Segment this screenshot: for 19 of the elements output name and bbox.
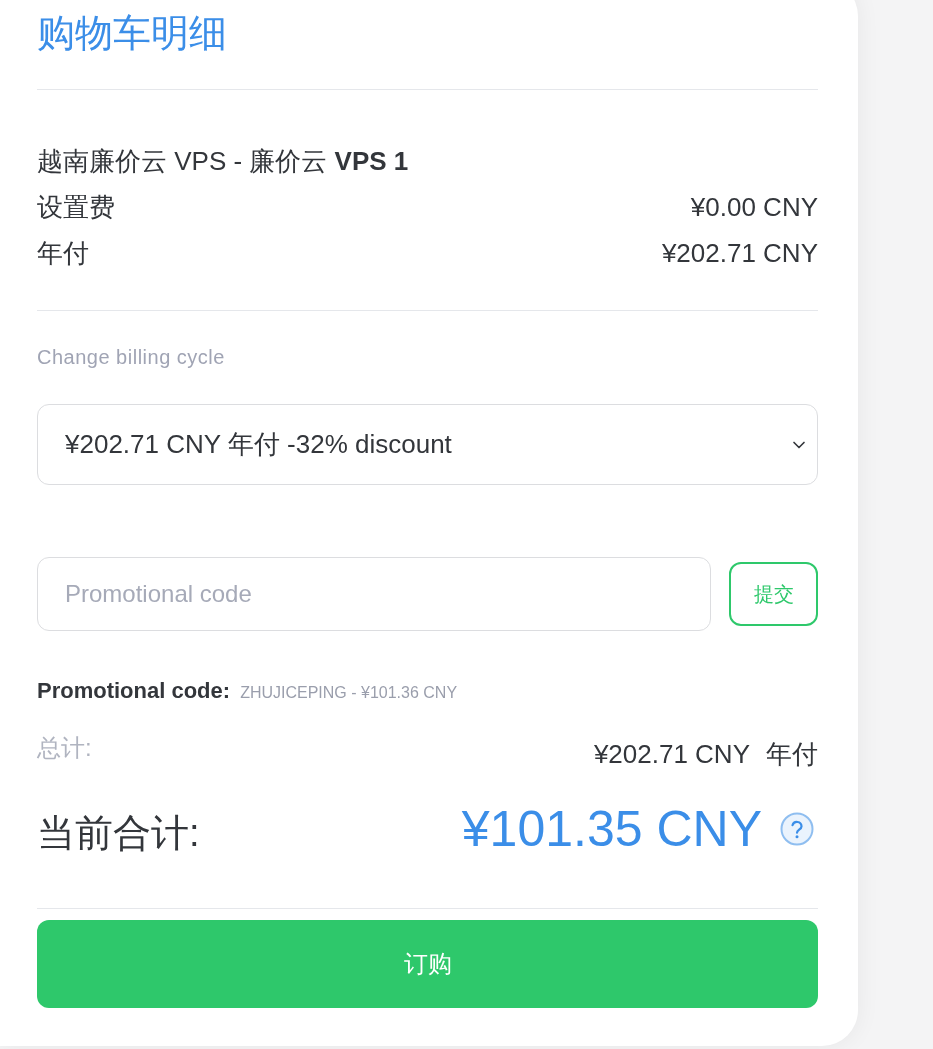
subtotal-cycle: 年付 [766, 738, 818, 771]
cart-title: 购物车明细 [37, 11, 227, 56]
subtotal-label: 总计: [37, 733, 92, 763]
order-button[interactable]: 订购 [37, 920, 818, 1008]
help-icon[interactable] [780, 812, 814, 846]
billing-cycle-select[interactable]: ¥202.71 CNY 年付 -32% discount [37, 404, 818, 485]
promo-applied-value: ZHUJICEPING - ¥101.36 CNY [240, 683, 458, 703]
promo-applied-label: Promotional code: [37, 677, 231, 705]
subtotal-amount: ¥202.71 CNY [593, 738, 750, 771]
current-total-label: 当前合计: [37, 811, 200, 856]
line-item-label: 年付 [37, 237, 89, 270]
product-name: 越南廉价云 VPS - 廉价云 VPS 1 [37, 145, 409, 178]
promo-code-field[interactable]: Promotional code [37, 557, 711, 631]
billing-cycle-label: Change billing cycle [37, 345, 225, 370]
line-item-label: 设置费 [37, 191, 115, 224]
line-item-amount: ¥202.71 CNY [661, 237, 818, 270]
current-total-amount: ¥101.35 CNY [461, 800, 762, 859]
line-item-amount: ¥0.00 CNY [690, 191, 818, 224]
submit-button[interactable]: 提交 [729, 562, 818, 626]
